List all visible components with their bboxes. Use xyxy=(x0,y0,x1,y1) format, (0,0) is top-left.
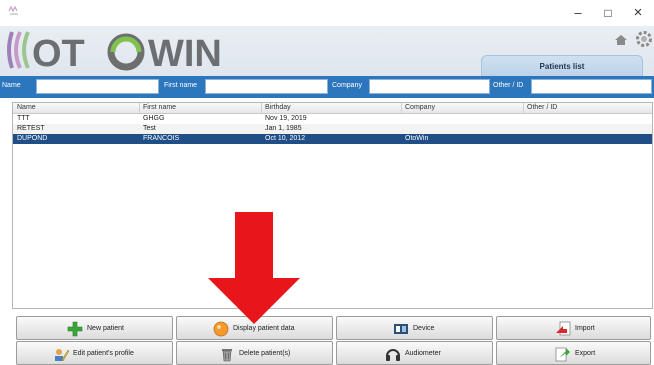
cell-birthday: Jan 1, 1985 xyxy=(265,125,302,132)
cell-birthday: Oct 10, 2012 xyxy=(265,135,306,142)
edit-patient-profile-label: Edit patient's profile xyxy=(73,350,134,357)
column-divider[interactable] xyxy=(401,103,402,113)
other-id-filter-input[interactable] xyxy=(531,79,652,94)
filter-bar: Name First name Company Other / ID xyxy=(0,76,654,98)
column-divider[interactable] xyxy=(139,103,140,113)
delete-patients-label: Delete patient(s) xyxy=(239,350,291,357)
import-button[interactable]: Import xyxy=(496,316,651,340)
minimize-button[interactable]: – xyxy=(570,6,586,20)
other-id-filter-label: Other / ID xyxy=(493,82,524,89)
tab-patients-list[interactable]: Patients list xyxy=(481,55,643,76)
company-filter-input[interactable] xyxy=(369,79,490,94)
export-button[interactable]: Export xyxy=(496,341,651,365)
patients-table: Name First name Birthday Company Other /… xyxy=(12,102,653,309)
display-patient-data-label: Display patient data xyxy=(233,325,295,332)
audiometer-button[interactable]: Audiometer xyxy=(336,341,493,365)
trash-icon xyxy=(222,349,232,362)
cell-company: OtoWin xyxy=(405,135,429,142)
table-row-selected[interactable]: DUPOND FRANCOIS Oct 10, 2012 OtoWin xyxy=(13,134,652,144)
new-patient-button[interactable]: New patient xyxy=(16,316,173,340)
cell-first-name: FRANCOIS xyxy=(143,135,180,142)
plus-icon xyxy=(67,321,83,337)
home-icon[interactable] xyxy=(614,34,628,46)
column-header-company[interactable]: Company xyxy=(405,104,435,111)
column-divider[interactable] xyxy=(261,103,262,113)
svg-text:WIN: WIN xyxy=(148,33,222,74)
import-icon xyxy=(556,321,571,336)
svg-text:OT: OT xyxy=(32,33,85,74)
cell-first-name: Test xyxy=(143,125,156,132)
device-label: Device xyxy=(413,325,435,332)
column-header-first-name[interactable]: First name xyxy=(143,104,176,111)
column-header-name[interactable]: Name xyxy=(17,104,36,111)
column-divider[interactable] xyxy=(523,103,524,113)
app-icon xyxy=(8,5,18,15)
cell-birthday: Nov 19, 2019 xyxy=(265,115,307,122)
new-patient-label: New patient xyxy=(87,325,124,332)
column-header-other-id[interactable]: Other / ID xyxy=(527,104,557,111)
import-label: Import xyxy=(575,325,595,332)
edit-profile-icon xyxy=(55,349,69,362)
device-icon xyxy=(394,324,408,334)
table-row[interactable]: TTT GHGG Nov 19, 2019 xyxy=(13,114,652,124)
close-button[interactable]: × xyxy=(630,5,646,20)
name-filter-input[interactable] xyxy=(36,79,159,94)
name-filter-label: Name xyxy=(2,82,21,89)
annotation-arrow-down-icon xyxy=(208,212,300,324)
headphones-icon xyxy=(386,349,400,361)
device-button[interactable]: Device xyxy=(336,316,493,340)
first-name-filter-input[interactable] xyxy=(205,79,328,94)
company-filter-label: Company xyxy=(332,82,362,89)
edit-patient-profile-button[interactable]: Edit patient's profile xyxy=(16,341,173,365)
cell-name: TTT xyxy=(17,115,30,122)
gear-icon[interactable] xyxy=(634,29,654,49)
title-bar: – □ × xyxy=(0,0,654,26)
export-icon xyxy=(555,347,570,362)
first-name-filter-label: First name xyxy=(164,82,198,89)
cell-first-name: GHGG xyxy=(143,115,165,122)
maximize-button[interactable]: □ xyxy=(600,6,616,20)
cell-name: DUPOND xyxy=(17,135,48,142)
delete-patients-button[interactable]: Delete patient(s) xyxy=(176,341,333,365)
column-header-birthday[interactable]: Birthday xyxy=(265,104,291,111)
otowin-logo: OT WIN xyxy=(7,31,222,74)
audiometer-label: Audiometer xyxy=(405,350,441,357)
cell-name: RETEST xyxy=(17,125,45,132)
table-header: Name First name Birthday Company Other /… xyxy=(13,103,652,114)
table-row[interactable]: RETEST Test Jan 1, 1985 xyxy=(13,124,652,134)
export-label: Export xyxy=(575,350,596,357)
